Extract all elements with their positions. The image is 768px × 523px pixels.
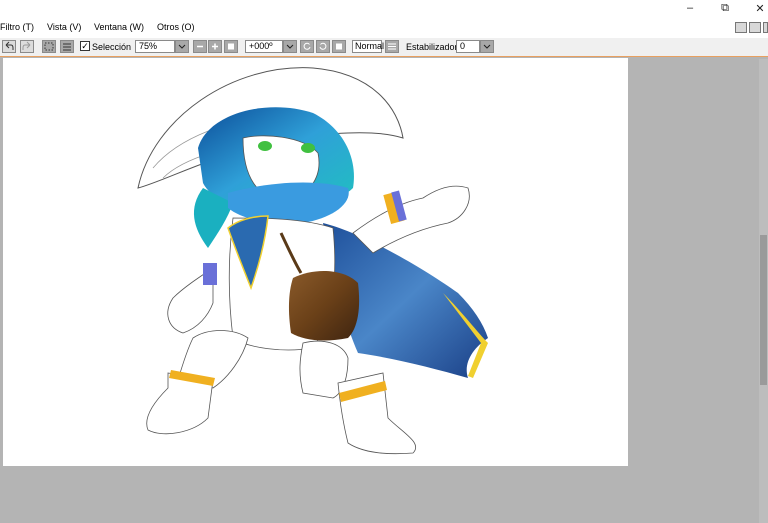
zoom-dropdown-button[interactable] — [175, 40, 189, 53]
zoom-reset-button[interactable] — [224, 40, 238, 53]
character-illustration — [137, 67, 488, 455]
close-icon[interactable]: ✕ — [751, 2, 768, 15]
stabilizer-select[interactable]: 0 — [456, 40, 480, 53]
canvas[interactable] — [3, 58, 628, 466]
workspace[interactable] — [0, 56, 768, 523]
flip-horizontal-button[interactable] — [385, 40, 399, 53]
rotate-left-icon — [303, 42, 311, 50]
blend-mode-select[interactable]: Normal — [352, 40, 384, 53]
minimize-icon[interactable]: – — [681, 2, 699, 14]
flip-icon — [388, 43, 396, 50]
restore-icon[interactable]: ⧉ — [716, 2, 734, 15]
rotation-reset-button[interactable] — [332, 40, 346, 53]
rotation-dropdown-button[interactable] — [283, 40, 297, 53]
zoom-out-button[interactable] — [193, 40, 207, 53]
square-icon — [228, 43, 234, 50]
deselect-button[interactable] — [42, 40, 56, 53]
grid-icon — [63, 43, 71, 51]
rotation-select[interactable]: +000º — [245, 40, 283, 53]
menu-view[interactable]: Vista (V) — [47, 22, 81, 32]
select-icon — [44, 42, 54, 51]
chevron-down-icon — [178, 44, 186, 49]
rotate-right-button[interactable] — [316, 40, 330, 53]
select-all-button[interactable] — [60, 40, 74, 53]
undo-button[interactable] — [2, 40, 16, 53]
menu-bar: Filtro (T) Vista (V) Ventana (W) Otros (… — [0, 0, 768, 38]
selection-checkbox[interactable]: ✓ — [80, 41, 90, 51]
minus-icon — [197, 45, 203, 48]
menu-window[interactable]: Ventana (W) — [94, 22, 144, 32]
zoom-in-button[interactable] — [208, 40, 222, 53]
toolbar: ✓ Selección 75% +000º Normal Estabilizad… — [0, 38, 768, 57]
chevron-down-icon — [483, 44, 491, 49]
zoom-select[interactable]: 75% — [135, 40, 175, 53]
doc-restore-button[interactable] — [749, 22, 761, 33]
rotate-left-button[interactable] — [300, 40, 314, 53]
plus-icon — [212, 43, 218, 50]
stabilizer-label: Estabilizador — [406, 42, 458, 52]
menu-filter[interactable]: Filtro (T) — [0, 22, 34, 32]
doc-close-button[interactable] — [763, 22, 768, 33]
doc-minimize-button[interactable] — [735, 22, 747, 33]
redo-button[interactable] — [20, 40, 34, 53]
redo-icon — [22, 41, 31, 50]
stabilizer-dropdown-button[interactable] — [480, 40, 494, 53]
square-icon — [336, 43, 342, 50]
selection-label: Selección — [92, 42, 132, 52]
chevron-down-icon — [286, 44, 294, 49]
rotate-right-icon — [319, 42, 327, 50]
menu-other[interactable]: Otros (O) — [157, 22, 195, 32]
undo-icon — [5, 41, 14, 50]
scrollbar-thumb[interactable] — [760, 235, 767, 385]
